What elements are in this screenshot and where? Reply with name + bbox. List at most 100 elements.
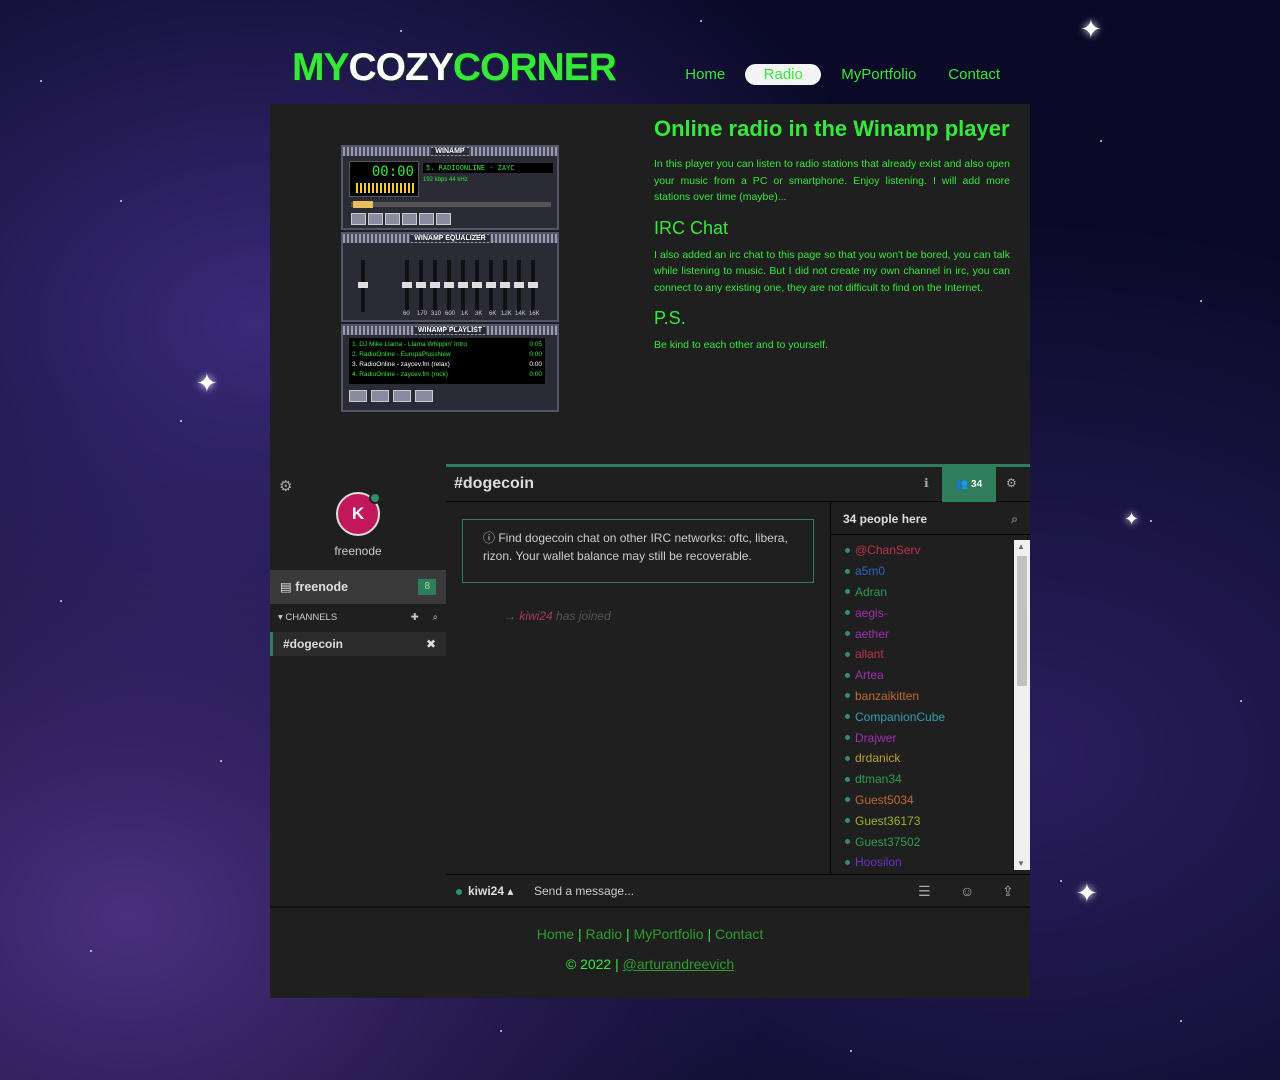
playlist-misc-button[interactable] — [415, 390, 433, 402]
sparkle-icon: ✦ — [1080, 14, 1102, 44]
eq-slider[interactable] — [472, 260, 482, 312]
eq-slider[interactable] — [514, 260, 524, 312]
playlist-item[interactable]: 1. DJ Mike Llama - Llama Whippin' Intro 0… — [352, 340, 542, 350]
users-button[interactable]: 👥 34 — [942, 467, 996, 502]
eq-preamp-slider[interactable] — [358, 260, 368, 312]
scrollbar-thumb[interactable] — [1017, 556, 1027, 686]
playlist-list: 1. DJ Mike Llama - Llama Whippin' Intro 0… — [349, 338, 545, 384]
eq-band-label: 14K — [515, 311, 526, 317]
nick-list-item[interactable]: Hoosilon — [831, 852, 1015, 873]
avatar-letter: K — [351, 504, 365, 523]
nick-list-item[interactable]: Adran — [831, 582, 1015, 603]
eq-slider[interactable] — [444, 260, 454, 312]
nick-list-item[interactable]: Artea — [831, 665, 1015, 686]
author-handle-link[interactable]: @arturandreevich — [623, 956, 735, 972]
gear-icon[interactable]: ⚙ — [279, 477, 292, 495]
nick-name: drdanick — [855, 751, 901, 766]
nick-list-item[interactable]: Drajwer — [831, 727, 1015, 748]
site-footer: Home | Radio | MyPortfolio | Contact © 2… — [270, 906, 1030, 998]
nick-list-item[interactable]: Guest36173 — [831, 810, 1015, 831]
footer-link-home[interactable]: Home — [537, 926, 574, 942]
winamp-bitrate: 192 kbps 44 kHz — [423, 177, 468, 183]
users-icon: 👥 — [955, 479, 969, 490]
main-nav: Home Radio MyPortfolio Contact — [673, 64, 1012, 85]
sparkle-icon: ✦ — [196, 368, 218, 398]
avatar[interactable]: K — [336, 492, 381, 536]
nick-list-item[interactable]: CompanionCube — [831, 706, 1015, 727]
nick-list-item[interactable]: aether — [831, 623, 1015, 644]
nick-list-scrollbar[interactable]: ▲ ▼ — [1014, 540, 1030, 870]
eq-slider[interactable] — [402, 260, 412, 312]
nick-list-item[interactable]: a5m0 — [831, 561, 1015, 582]
footer-link-contact[interactable]: Contact — [715, 926, 763, 942]
nick-name: Drajwer — [855, 730, 897, 745]
eq-slider[interactable] — [430, 260, 440, 312]
current-nick[interactable]: kiwi24 ▴ — [456, 884, 513, 898]
playlist-add-button[interactable] — [349, 390, 367, 402]
emoji-icon[interactable]: ☺ — [960, 883, 974, 899]
playlist-remove-button[interactable] — [371, 390, 389, 402]
online-status-dot — [845, 568, 850, 574]
irc-chat-widget: ⚙ K freenode ▤ freenode 8 ▾ CHANNELS ✚ ⌕ … — [270, 464, 1030, 907]
winamp-main-window: WINAMP 00:00 5. RADIOONLINE - ZAYC 192 k… — [341, 145, 559, 230]
people-count-label: 34 people here — [843, 512, 928, 526]
nick-list-item[interactable]: Guest5034 — [831, 790, 1015, 811]
nick-list-item[interactable]: @ChanServ — [831, 540, 1015, 561]
eq-slider[interactable] — [416, 260, 426, 312]
footer-link-radio[interactable]: Radio — [586, 926, 623, 942]
stop-button[interactable] — [402, 213, 417, 225]
nick-name: Artea — [855, 668, 884, 683]
close-icon[interactable]: ✖ — [426, 637, 436, 651]
playlist-select-button[interactable] — [393, 390, 411, 402]
message-input[interactable]: Send a message... — [534, 884, 634, 898]
irc-sidebar: ⚙ K freenode ▤ freenode 8 ▾ CHANNELS ✚ ⌕ … — [270, 464, 446, 904]
join-message: → kiwi24 has joined — [504, 609, 611, 623]
online-status-dot — [845, 797, 850, 803]
scroll-down-icon[interactable]: ▼ — [1017, 859, 1025, 868]
nav-radio[interactable]: Radio — [745, 64, 822, 85]
eq-slider[interactable] — [500, 260, 510, 312]
play-button[interactable] — [368, 213, 383, 225]
nick-list-item[interactable]: allant — [831, 644, 1015, 665]
winamp-titlebar[interactable]: WINAMP — [343, 147, 557, 156]
nick-list-item[interactable]: aegis- — [831, 602, 1015, 623]
nick-list-item[interactable]: dtman34 — [831, 769, 1015, 790]
add-channel-icon[interactable]: ✚ — [411, 612, 419, 623]
nav-home[interactable]: Home — [673, 64, 737, 85]
eq-band-label: 6K — [489, 311, 497, 317]
search-icon[interactable]: ⌕ — [1011, 512, 1018, 526]
scroll-up-icon[interactable]: ▲ — [1017, 542, 1025, 551]
info-icon[interactable]: ℹ — [924, 476, 929, 490]
chevron-down-icon[interactable]: ▾ — [278, 612, 283, 623]
nick-list-item[interactable]: drdanick — [831, 748, 1015, 769]
online-status-dot — [845, 859, 850, 865]
channel-item-dogecoin[interactable]: #dogecoin ✖ — [270, 632, 446, 656]
eject-button[interactable] — [436, 213, 451, 225]
network-item[interactable]: ▤ freenode 8 — [270, 570, 446, 604]
next-button[interactable] — [419, 213, 434, 225]
prev-button[interactable] — [351, 213, 366, 225]
footer-link-myportfolio[interactable]: MyPortfolio — [634, 926, 704, 942]
playlist-item[interactable]: 2. RadioOnline - EuropaPlussNew 0:00 — [352, 350, 542, 360]
playlist-item[interactable]: 4. RadioOnline - zaycev.fm (rock) 0:00 — [352, 370, 542, 380]
winamp-playlist: WINAMP PLAYLIST 1. DJ Mike Llama - Llama… — [341, 324, 559, 412]
site-header: MYCOZYCORNER Home Radio MyPortfolio Cont… — [270, 0, 1030, 104]
eq-slider[interactable] — [458, 260, 468, 312]
playlist-item[interactable]: 3. RadioOnline - zaycev.fm (relax) 0:00 — [352, 360, 542, 370]
eq-slider[interactable] — [528, 260, 538, 312]
site-logo[interactable]: MYCOZYCORNER — [292, 46, 617, 90]
playlist-title: WINAMP PLAYLIST — [413, 327, 487, 334]
nick-name: banzaikitten — [855, 688, 920, 703]
search-icon[interactable]: ⌕ — [433, 612, 438, 623]
gear-icon[interactable]: ⚙ — [1006, 476, 1017, 490]
winamp-seek-bar[interactable] — [351, 201, 551, 208]
eq-slider[interactable] — [486, 260, 496, 312]
nick-list-item[interactable]: banzaikitten — [831, 686, 1015, 707]
nav-myportfolio[interactable]: MyPortfolio — [829, 64, 928, 85]
join-nick[interactable]: kiwi24 — [519, 609, 552, 623]
nav-contact[interactable]: Contact — [936, 64, 1012, 85]
menu-icon[interactable]: ☰ — [918, 883, 931, 900]
nick-list-item[interactable]: Guest37502 — [831, 831, 1015, 852]
upload-icon[interactable]: ⇪ — [1002, 883, 1014, 900]
pause-button[interactable] — [385, 213, 400, 225]
